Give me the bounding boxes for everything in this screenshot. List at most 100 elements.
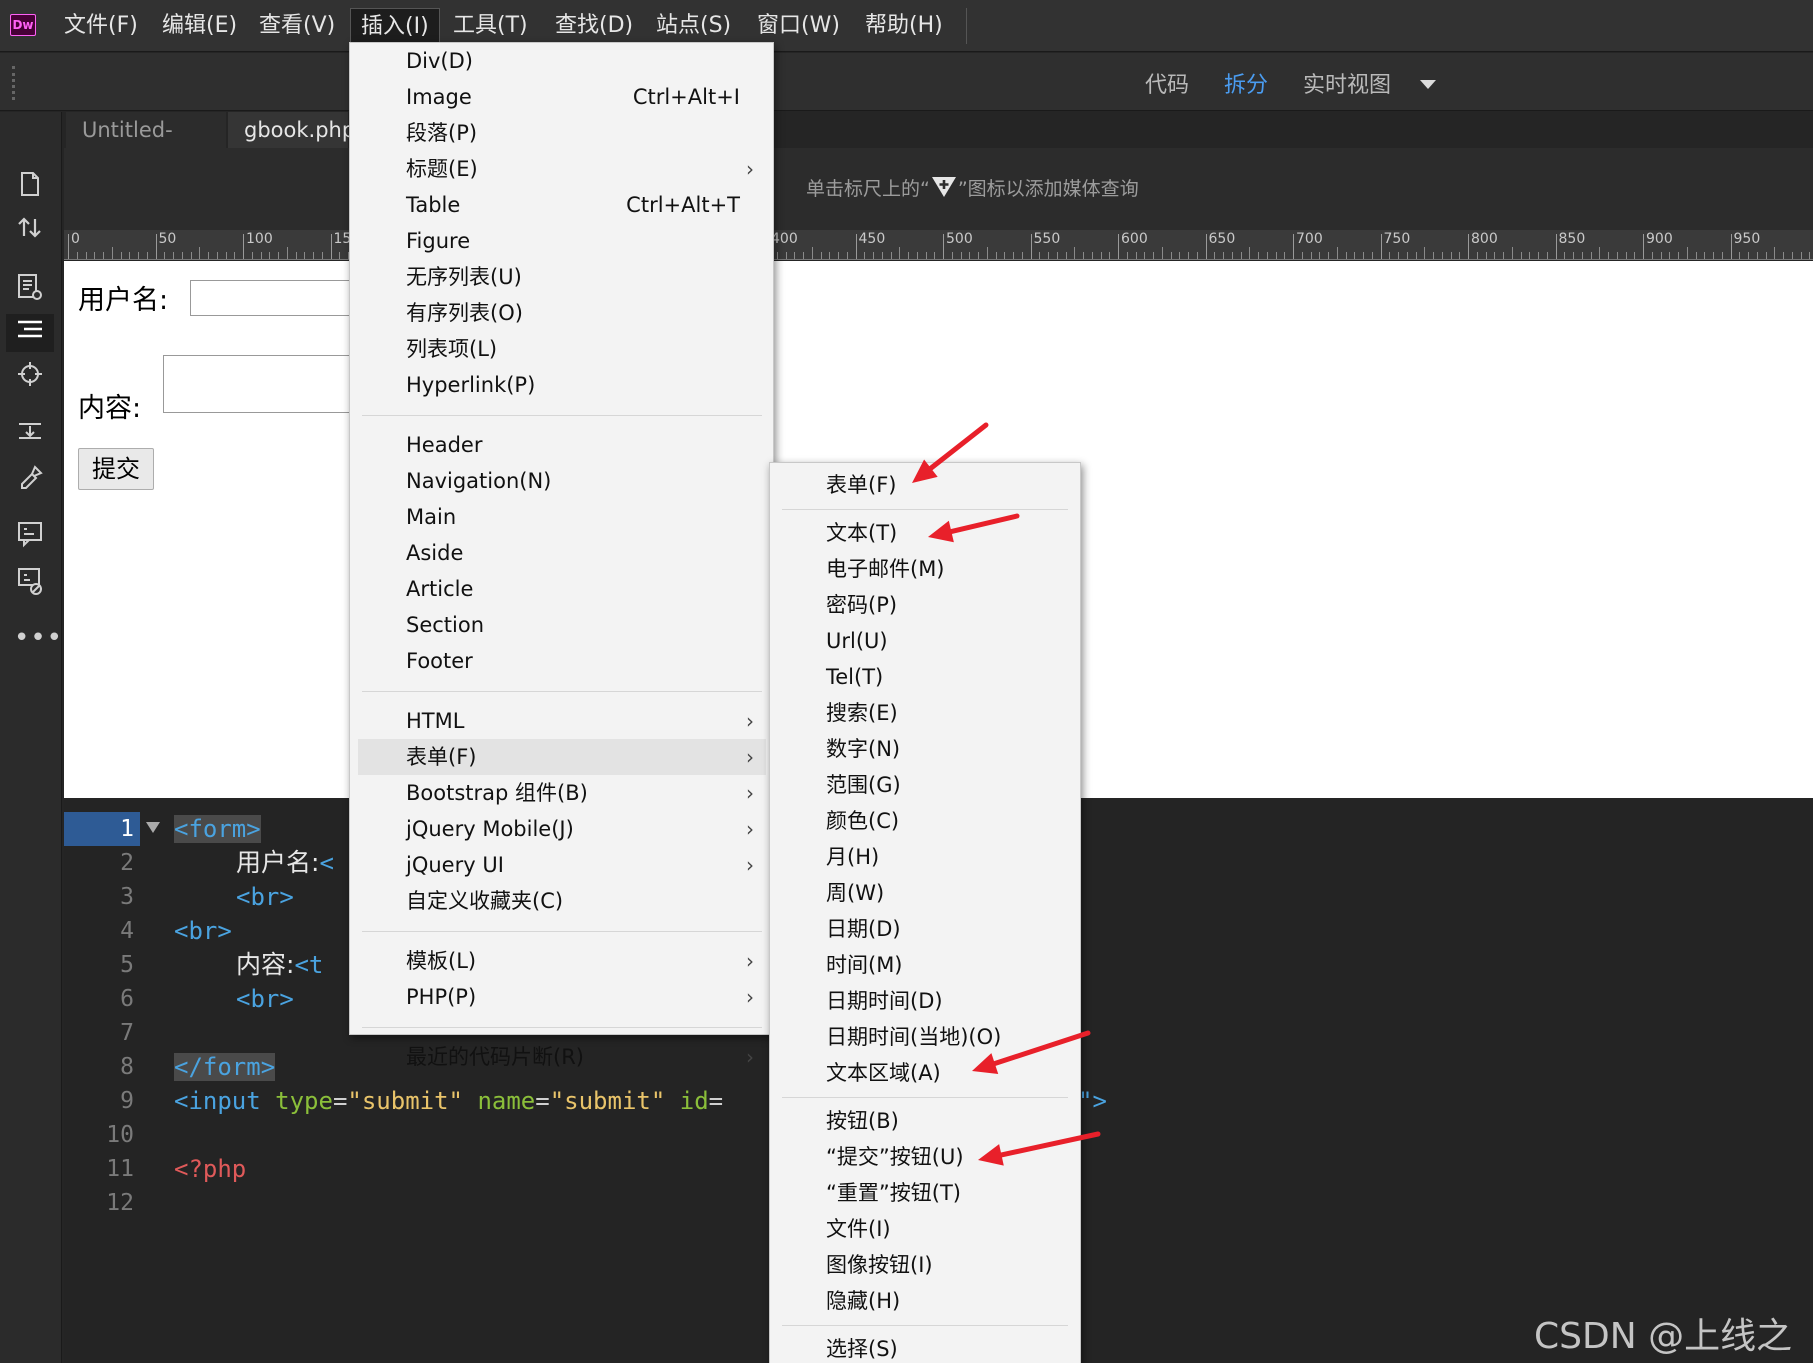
insert-menu-item[interactable]: Image Ctrl+Alt+I [358, 79, 766, 115]
code-hint-icon[interactable] [14, 462, 46, 494]
form-submenu-item[interactable]: 按钮(B) [776, 1103, 1074, 1139]
expand-collapse-icon[interactable] [14, 418, 46, 450]
format-source-icon[interactable] [6, 314, 54, 352]
remove-comment-icon[interactable] [14, 566, 46, 598]
target-icon[interactable] [14, 360, 46, 392]
form-submenu-item[interactable]: 隐藏(H) [776, 1283, 1074, 1319]
form-submenu-item[interactable]: 月(H) [776, 839, 1074, 875]
menu-insert[interactable]: 插入(I) [350, 8, 440, 44]
username-input[interactable] [190, 280, 360, 316]
ruler-minor-tick [1459, 252, 1461, 259]
ruler-minor-tick [776, 252, 778, 259]
form-submenu-item[interactable]: 搜索(E) [776, 695, 1074, 731]
insert-menu-item[interactable]: 自定义收藏夹(C) [358, 883, 766, 919]
insert-menu-item[interactable]: 模板(L) › [358, 943, 766, 979]
form-submenu-item[interactable]: 图像按钮(I) [776, 1247, 1074, 1283]
ruler-label: 700 [1296, 231, 1323, 247]
insert-menu-item[interactable]: jQuery UI › [358, 847, 766, 883]
form-submenu-item[interactable]: 文本区域(A) [776, 1055, 1074, 1091]
ruler-minor-tick [278, 252, 279, 259]
menu-find[interactable]: 查找(D) [545, 8, 643, 44]
insert-menu-item[interactable]: 最近的代码片断(R) › [358, 1039, 766, 1075]
menu-view[interactable]: 查看(V) [249, 8, 345, 44]
insert-menu-item[interactable]: Table Ctrl+Alt+T [358, 187, 766, 223]
form-submenu-item[interactable]: 密码(P) [776, 587, 1074, 623]
ruler-minor-tick [873, 252, 874, 259]
toolbar-grip[interactable] [12, 66, 15, 100]
insert-menu-item[interactable]: 段落(P) [358, 115, 766, 151]
menu-file[interactable]: 文件(F) [54, 8, 148, 44]
form-submenu-item[interactable]: 周(W) [776, 875, 1074, 911]
form-submenu-item[interactable]: 电子邮件(M) [776, 551, 1074, 587]
menu-separator [782, 1097, 1068, 1098]
form-submenu-item[interactable]: 选择(S) [776, 1331, 1074, 1363]
form-submenu-item[interactable]: 表单(F) [776, 467, 1074, 503]
insert-menu-item[interactable]: Header [358, 427, 766, 463]
ruler-minor-tick [1319, 252, 1321, 259]
form-submenu-item[interactable]: 时间(M) [776, 947, 1074, 983]
form-submenu-item[interactable]: 文件(I) [776, 1211, 1074, 1247]
form-submenu-item[interactable]: Tel(T) [776, 659, 1074, 695]
ruler-minor-tick [339, 252, 341, 259]
insert-menu-item[interactable]: Main [358, 499, 766, 535]
menu-edit[interactable]: 编辑(E) [152, 8, 247, 44]
insert-menu-item[interactable]: 无序列表(U) [358, 259, 766, 295]
insert-menu-item[interactable]: 列表项(L) [358, 331, 766, 367]
insert-menu-item[interactable]: Aside [358, 535, 766, 571]
menu-item-label: 自定义收藏夹(C) [406, 889, 564, 913]
menu-site[interactable]: 站点(S) [646, 8, 741, 44]
form-submenu-item[interactable]: 范围(G) [776, 767, 1074, 803]
submit-button[interactable]: 提交 [78, 448, 154, 490]
insert-menu-item[interactable]: Navigation(N) [358, 463, 766, 499]
menu-tools[interactable]: 工具(T) [443, 8, 538, 44]
insert-menu-item[interactable]: Figure [358, 223, 766, 259]
open-documents-icon[interactable] [14, 170, 46, 202]
form-submenu-item[interactable]: 文本(T) [776, 515, 1074, 551]
form-submenu-item[interactable]: 颜色(C) [776, 803, 1074, 839]
ruler-minor-tick [1048, 252, 1049, 259]
split-view-button[interactable]: 拆分 [1224, 70, 1268, 102]
code-token: id [679, 1087, 709, 1115]
insert-menu-item[interactable]: Footer [358, 643, 766, 679]
insert-menu-item[interactable]: Div(D) [358, 43, 766, 79]
comment-icon[interactable] [14, 520, 46, 552]
code-view-button[interactable]: 代码 [1145, 70, 1189, 102]
insert-menu-item[interactable]: 表单(F) › [358, 739, 766, 775]
insert-menu-item[interactable]: Article [358, 571, 766, 607]
insert-menu-item[interactable]: HTML › [358, 703, 766, 739]
tab-untitled-1[interactable]: Untitled-1× [66, 112, 226, 178]
insert-menu-item[interactable]: Bootstrap 组件(B) › [358, 775, 766, 811]
view-dropdown-icon[interactable] [1420, 80, 1436, 89]
ruler-minor-tick [908, 252, 909, 259]
fold-toggle-icon[interactable] [146, 822, 160, 833]
code-token: <input [174, 1087, 261, 1115]
insert-menu-item[interactable]: 有序列表(O) [358, 295, 766, 331]
tab-gbook-php[interactable]: gbook.php [228, 112, 355, 148]
horizontal-ruler[interactable]: 0501001502002503003504004505005506006507… [64, 230, 1813, 260]
content-textarea[interactable] [163, 355, 363, 413]
insert-menu-item[interactable]: 标题(E) › [358, 151, 766, 187]
form-submenu-item[interactable]: 数字(N) [776, 731, 1074, 767]
form-submenu-item[interactable]: Url(U) [776, 623, 1074, 659]
menu-help[interactable]: 帮助(H) [855, 8, 953, 44]
live-view-button[interactable]: 实时视图 [1303, 70, 1391, 102]
line-number: 12 [106, 1190, 134, 1216]
ruler-minor-tick [1441, 252, 1443, 259]
ruler-major-tick [1380, 234, 1382, 259]
ruler-minor-tick [1109, 252, 1111, 259]
form-submenu-item[interactable]: 日期(D) [776, 911, 1074, 947]
form-submenu-item[interactable]: 日期时间(D) [776, 983, 1074, 1019]
form-submenu-item[interactable]: “提交”按钮(U) [776, 1139, 1074, 1175]
form-submenu-item[interactable]: “重置”按钮(T) [776, 1175, 1074, 1211]
live-view-options-icon[interactable] [14, 272, 46, 304]
file-transfer-icon[interactable] [14, 214, 46, 246]
ruler-minor-tick [120, 252, 122, 259]
insert-menu-item[interactable]: Section [358, 607, 766, 643]
insert-menu-item[interactable]: jQuery Mobile(J) › [358, 811, 766, 847]
ruler-minor-tick [1424, 247, 1426, 259]
menu-window[interactable]: 窗口(W) [747, 8, 850, 44]
insert-menu-item[interactable]: Hyperlink(P) [358, 367, 766, 403]
form-submenu-item[interactable]: 日期时间(当地)(O) [776, 1019, 1074, 1055]
insert-menu-item[interactable]: PHP(P) › [358, 979, 766, 1015]
more-options-icon[interactable]: ••• [14, 622, 62, 654]
